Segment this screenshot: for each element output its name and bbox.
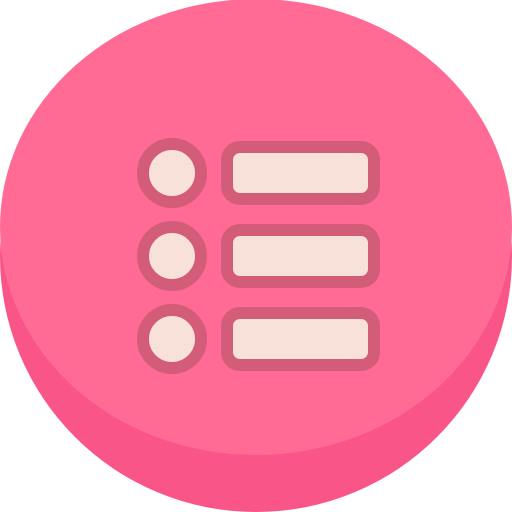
bar-3 xyxy=(221,307,380,371)
bullet-1 xyxy=(137,138,207,208)
icon-canvas xyxy=(0,0,512,512)
list-items xyxy=(137,138,380,374)
bar-1 xyxy=(221,141,380,205)
bullet-3 xyxy=(137,304,207,374)
bar-2 xyxy=(221,224,380,288)
list-icon[interactable] xyxy=(0,0,512,512)
bullet-2 xyxy=(137,221,207,291)
